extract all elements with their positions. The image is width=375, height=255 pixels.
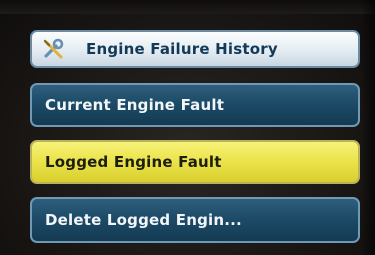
menu-title-bar: Engine Failure History [30,30,360,68]
menu-item-current-engine-fault[interactable]: Current Engine Fault [30,83,360,127]
screen-bezel [0,0,375,14]
display-screen: Engine Failure History Current Engine Fa… [0,0,375,255]
menu-item-delete-logged-engine[interactable]: Delete Logged Engin... [30,197,360,243]
screen-edge-shadow [361,0,375,255]
menu-item-label: Current Engine Fault [45,96,225,114]
menu-item-label: Delete Logged Engin... [45,211,242,229]
wrench-screwdriver-icon [42,36,68,62]
menu-item-label: Logged Engine Fault [45,153,222,171]
menu-title: Engine Failure History [86,40,278,58]
menu-item-logged-engine-fault[interactable]: Logged Engine Fault [30,140,360,184]
